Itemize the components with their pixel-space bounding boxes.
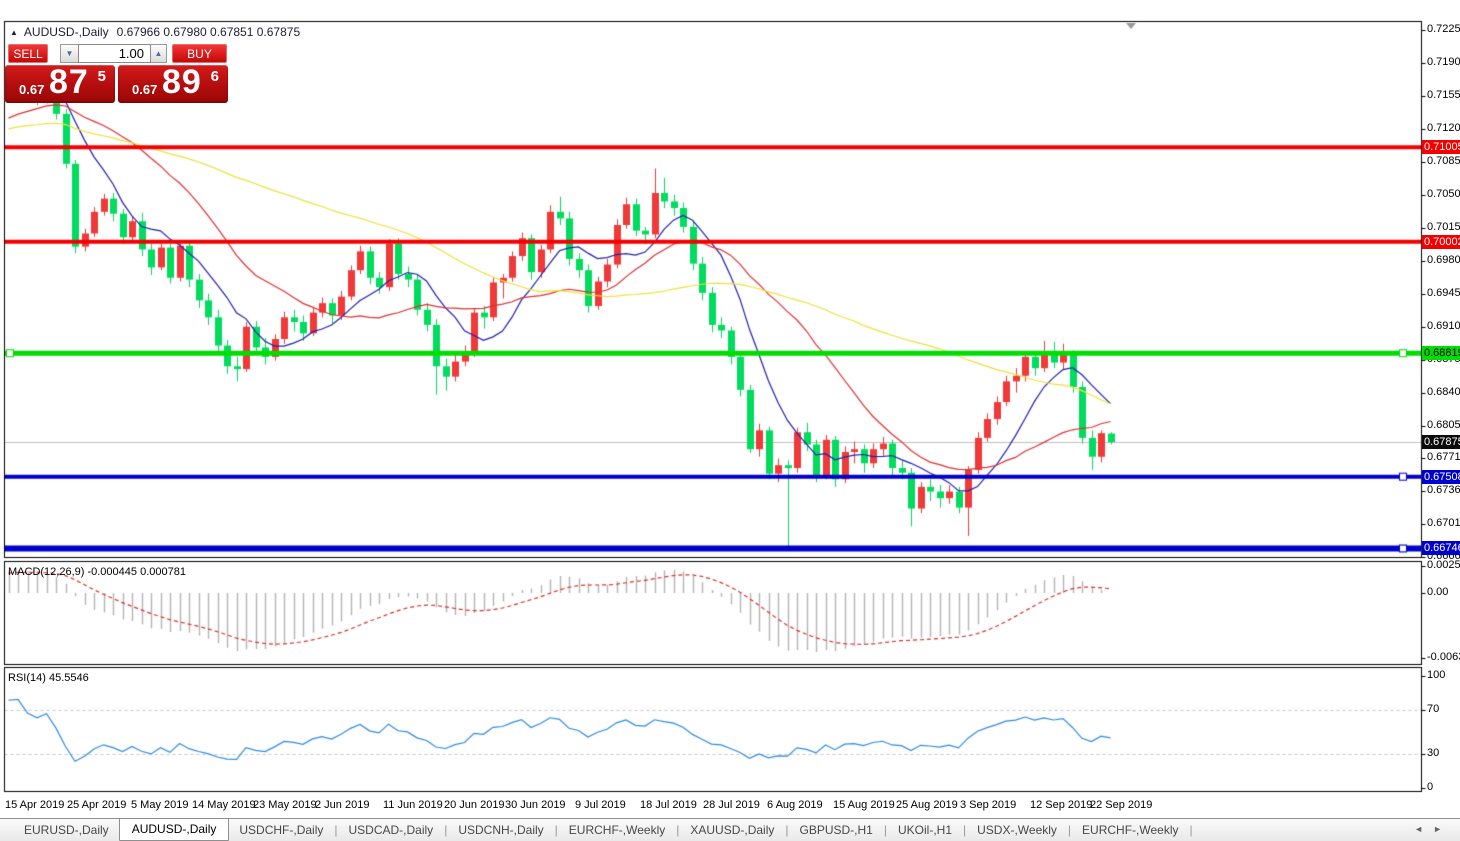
date-axis-label: 14 May 2019 — [192, 799, 256, 812]
price-tag-0.66746: 0.66746 — [1422, 541, 1460, 555]
price-tag-0.71005: 0.71005 — [1422, 140, 1460, 154]
date-axis-label: 3 Sep 2019 — [960, 799, 1016, 812]
rsi-axis-tick: 0 — [1427, 781, 1433, 794]
buy-price-box[interactable]: 0.67 89 6 — [118, 65, 228, 103]
chart-tab-gbpusd-h1[interactable]: GBPUSD-,H1 — [790, 820, 883, 841]
price-axis-tick: 0.67010 — [1427, 517, 1460, 530]
price-axis-tick: 0.71200 — [1427, 122, 1460, 135]
macd-label: MACD(12,26,9) -0.000445 0.000781 — [8, 566, 186, 578]
price-axis-tick: 0.69800 — [1427, 254, 1460, 267]
sell-price-box[interactable]: 0.67 87 5 — [5, 65, 115, 103]
trading-platform-window: H4D1W1MN ▲AUDUSD-,Daily0.67966 0.67980 0… — [0, 0, 1460, 841]
price-axis-tick: 0.69100 — [1427, 320, 1460, 333]
tab-separator: | — [444, 823, 447, 837]
chart-tab-xauusd-daily[interactable]: XAUUSD-,Daily — [680, 820, 784, 841]
price-axis-tick: 0.69450 — [1427, 287, 1460, 300]
sell-price-pip: 5 — [98, 68, 106, 85]
sell-price-prefix: 0.67 — [19, 82, 44, 97]
rsi-axis-tick: 100 — [1427, 669, 1445, 682]
price-axis-tick: 0.70150 — [1427, 221, 1460, 234]
tab-separator: | — [963, 823, 966, 837]
date-axis-label: 20 Jun 2019 — [444, 799, 505, 812]
date-axis-label: 25 Apr 2019 — [67, 799, 126, 812]
date-axis-label: 6 Aug 2019 — [767, 799, 823, 812]
rsi-axis-tick: 30 — [1427, 747, 1439, 760]
volume-decrease-icon[interactable]: ▼ — [60, 44, 78, 63]
price-axis-tick: 0.72250 — [1427, 23, 1460, 36]
tabs-scroll-left-icon[interactable]: ◄ — [1414, 824, 1433, 834]
price-tag-0.67508: 0.67508 — [1422, 470, 1460, 484]
buy-button[interactable]: BUY — [172, 44, 227, 63]
tab-separator: | — [1190, 823, 1193, 837]
price-axis-tick: 0.68050 — [1427, 419, 1460, 432]
price-axis-tick: 0.70850 — [1427, 155, 1460, 168]
price-chart-canvas[interactable] — [0, 0, 1460, 818]
chart-tab-eurchf-weekly[interactable]: EURCHF-,Weekly — [1072, 820, 1188, 841]
volume-increase-icon[interactable]: ▲ — [151, 44, 167, 63]
date-axis-label: 28 Jul 2019 — [703, 799, 760, 812]
date-axis-label: 22 Sep 2019 — [1090, 799, 1152, 812]
date-axis-label: 25 Aug 2019 — [896, 799, 958, 812]
price-axis-tick: 0.67360 — [1427, 484, 1460, 497]
sell-button[interactable]: SELL — [8, 44, 48, 63]
chart-tab-ukoil-h1[interactable]: UKOil-,H1 — [888, 820, 962, 841]
sell-price-big: 87 — [49, 63, 89, 102]
chart-tab-usdchf-daily[interactable]: USDCHF-,Daily — [229, 820, 333, 841]
price-axis-tick: 0.67710 — [1427, 451, 1460, 464]
tab-separator: | — [884, 823, 887, 837]
tab-separator: | — [1068, 823, 1071, 837]
chart-tab-usdcnh-daily[interactable]: USDCNH-,Daily — [448, 820, 553, 841]
chart-tab-usdcad-daily[interactable]: USDCAD-,Daily — [339, 820, 444, 841]
price-tag-0.68819: 0.68819 — [1422, 346, 1460, 360]
chart-tab-eurusd-daily[interactable]: EURUSD-,Daily — [14, 820, 119, 841]
volume-input[interactable]: 1.00 — [78, 44, 151, 63]
macd-axis-tick: -0.006326 — [1427, 651, 1460, 664]
buy-price-pip: 6 — [211, 68, 219, 85]
price-axis-tick: 0.71900 — [1427, 56, 1460, 69]
date-axis-label: 30 Jun 2019 — [505, 799, 566, 812]
chart-tab-eurchf-weekly[interactable]: EURCHF-,Weekly — [559, 820, 675, 841]
date-axis-label: 15 Apr 2019 — [5, 799, 64, 812]
tabs-scroll-right-icon[interactable]: ► — [1433, 824, 1452, 834]
date-axis-label: 2 Jun 2019 — [315, 799, 369, 812]
macd-axis-tick: 0.00 — [1427, 586, 1448, 599]
buy-price-prefix: 0.67 — [132, 82, 157, 97]
tab-separator: | — [555, 823, 558, 837]
collapse-triangle-icon[interactable]: ▲ — [10, 28, 18, 37]
date-axis-label: 5 May 2019 — [131, 799, 188, 812]
price-axis-tick: 0.68400 — [1427, 386, 1460, 399]
chart-title: ▲ AUDUSD-,Daily 0.67966 0.67980 0.67851 0.… — [10, 25, 300, 39]
price-axis-tick: 0.71550 — [1427, 89, 1460, 102]
date-axis-label: 9 Jul 2019 — [575, 799, 626, 812]
date-axis-label: 23 May 2019 — [253, 799, 317, 812]
price-axis-tick: 0.70500 — [1427, 188, 1460, 201]
chart-tab-usdx-weekly[interactable]: USDX-,Weekly — [967, 820, 1067, 841]
symbol-tab-bar: EURUSD-,DailyAUDUSD-,DailyUSDCHF-,Daily|… — [0, 818, 1460, 841]
rsi-axis-tick: 70 — [1427, 703, 1439, 716]
chart-ohlc-values: 0.67966 0.67980 0.67851 0.67875 — [117, 25, 301, 39]
chart-tab-audusd-daily[interactable]: AUDUSD-,Daily — [119, 818, 230, 841]
tab-separator: | — [785, 823, 788, 837]
date-axis-label: 15 Aug 2019 — [833, 799, 895, 812]
price-tag-0.70002: 0.70002 — [1422, 235, 1460, 249]
rsi-label: RSI(14) 45.5546 — [8, 672, 89, 684]
buy-price-big: 89 — [162, 63, 202, 102]
macd-axis-tick: 0.002574 — [1427, 559, 1460, 572]
tab-separator: | — [676, 823, 679, 837]
date-axis-label: 11 Jun 2019 — [383, 799, 443, 812]
chart-symbol-label: AUDUSD-,Daily — [24, 25, 109, 39]
date-axis-label: 12 Sep 2019 — [1030, 799, 1092, 812]
price-tag-0.67875: 0.67875 — [1422, 435, 1460, 449]
date-axis-label: 18 Jul 2019 — [640, 799, 697, 812]
tab-separator: | — [334, 823, 337, 837]
